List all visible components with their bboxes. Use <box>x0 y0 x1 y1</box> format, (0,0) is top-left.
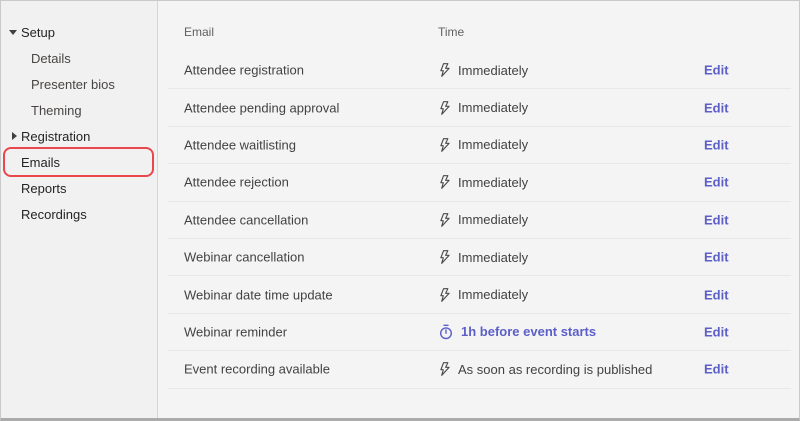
time-cell: Immediately <box>438 62 528 78</box>
lightning-icon <box>438 249 451 265</box>
email-name: Attendee cancellation <box>184 212 309 228</box>
lightning-icon <box>438 62 451 78</box>
webinar-settings-window: Setup Details Presenter bios Theming Reg… <box>0 0 800 421</box>
sidebar-item-label: Theming <box>31 102 82 118</box>
email-row: Attendee rejection Immediately Edit <box>168 164 791 202</box>
email-name: Webinar date time update <box>184 287 333 303</box>
sidebar-item-label: Registration <box>21 128 91 144</box>
edit-link[interactable]: Edit <box>704 63 729 78</box>
time-cell: Immediately <box>438 287 528 303</box>
column-header-email: Email <box>184 25 215 39</box>
lightning-icon <box>438 212 451 228</box>
caret-icon <box>9 208 21 220</box>
sidebar-item-label: Presenter bios <box>31 76 115 92</box>
sidebar-item-label: Recordings <box>21 206 87 222</box>
caret-icon <box>19 78 31 90</box>
time-text: Immediately <box>458 174 529 190</box>
lightning-icon <box>438 137 451 153</box>
caret-icon <box>9 156 21 168</box>
email-row: Attendee registration Immediately Edit <box>168 52 791 90</box>
time-cell: Immediately <box>438 174 528 190</box>
sidebar-item-reports[interactable]: Reports <box>1 175 157 201</box>
lightning-icon <box>438 174 451 190</box>
time-cell: Immediately <box>438 137 528 153</box>
sidebar-item-details[interactable]: Details <box>1 45 157 71</box>
email-name: Webinar reminder <box>184 324 288 340</box>
emails-settings-panel: Email Time Attendee registration Immedia… <box>159 1 799 418</box>
time-cell: Immediately <box>438 249 528 265</box>
table-header: Email Time <box>168 1 791 52</box>
time-text: 1h before event starts <box>461 324 597 340</box>
table-body: Attendee registration Immediately Edit A… <box>168 52 791 389</box>
sidebar-item-setup[interactable]: Setup <box>1 19 157 45</box>
email-name: Attendee waitlisting <box>184 137 297 153</box>
caret-icon <box>19 52 31 64</box>
email-name: Attendee rejection <box>184 174 289 190</box>
time-text: Immediately <box>458 249 529 265</box>
edit-link[interactable]: Edit <box>704 137 729 152</box>
time-text: Immediately <box>458 212 529 228</box>
sidebar-item-theming[interactable]: Theming <box>1 97 157 123</box>
caret-icon <box>9 182 21 194</box>
lightning-icon <box>438 361 451 377</box>
email-row: Webinar cancellation Immediately Edit <box>168 239 791 277</box>
time-text: Immediately <box>458 137 529 153</box>
sidebar-item-label: Reports <box>21 180 67 196</box>
emails-table: Email Time Attendee registration Immedia… <box>168 1 791 389</box>
time-text: Immediately <box>458 100 529 116</box>
sidebar-item-recordings[interactable]: Recordings <box>1 201 157 227</box>
triangle-right-icon <box>9 130 21 142</box>
email-name: Event recording available <box>184 361 330 377</box>
time-text: Immediately <box>458 287 529 303</box>
email-name: Webinar cancellation <box>184 249 305 265</box>
sidebar-item-presenter-bios[interactable]: Presenter bios <box>1 71 157 97</box>
time-cell: Immediately <box>438 100 528 116</box>
edit-link[interactable]: Edit <box>704 212 729 227</box>
time-cell: 1h before event starts <box>438 324 596 340</box>
sidebar-item-label: Details <box>31 50 71 66</box>
sidebar-item-label: Emails <box>21 154 61 170</box>
lightning-icon <box>438 287 451 303</box>
email-row: Attendee cancellation Immediately Edit <box>168 202 791 239</box>
sidebar-item-emails[interactable]: Emails <box>1 147 157 177</box>
email-row: Attendee waitlisting Immediately Edit <box>168 127 791 165</box>
edit-link[interactable]: Edit <box>704 175 729 190</box>
sidebar: Setup Details Presenter bios Theming Reg… <box>1 1 158 418</box>
sidebar-item-registration[interactable]: Registration <box>1 123 157 149</box>
email-row: Event recording available As soon as rec… <box>168 351 791 389</box>
caret-icon <box>19 104 31 116</box>
lightning-icon <box>438 100 451 116</box>
edit-link[interactable]: Edit <box>704 100 729 115</box>
email-name: Attendee registration <box>184 62 304 78</box>
timer-icon <box>438 324 454 340</box>
edit-link[interactable]: Edit <box>704 287 729 302</box>
email-row: Webinar reminder 1h before event starts … <box>168 314 791 352</box>
email-row: Attendee pending approval Immediately Ed… <box>168 89 791 127</box>
time-cell: Immediately <box>438 212 528 228</box>
column-header-time: Time <box>438 25 465 39</box>
time-cell: As soon as recording is published <box>438 361 652 377</box>
email-row: Webinar date time update Immediately Edi… <box>168 276 791 314</box>
time-text: Immediately <box>458 62 529 78</box>
edit-link[interactable]: Edit <box>704 362 729 377</box>
edit-link[interactable]: Edit <box>704 324 729 339</box>
edit-link[interactable]: Edit <box>704 250 729 265</box>
triangle-down-icon <box>9 26 21 38</box>
sidebar-item-label: Setup <box>21 24 55 40</box>
email-name: Attendee pending approval <box>184 100 340 116</box>
time-text: As soon as recording is published <box>458 361 653 377</box>
